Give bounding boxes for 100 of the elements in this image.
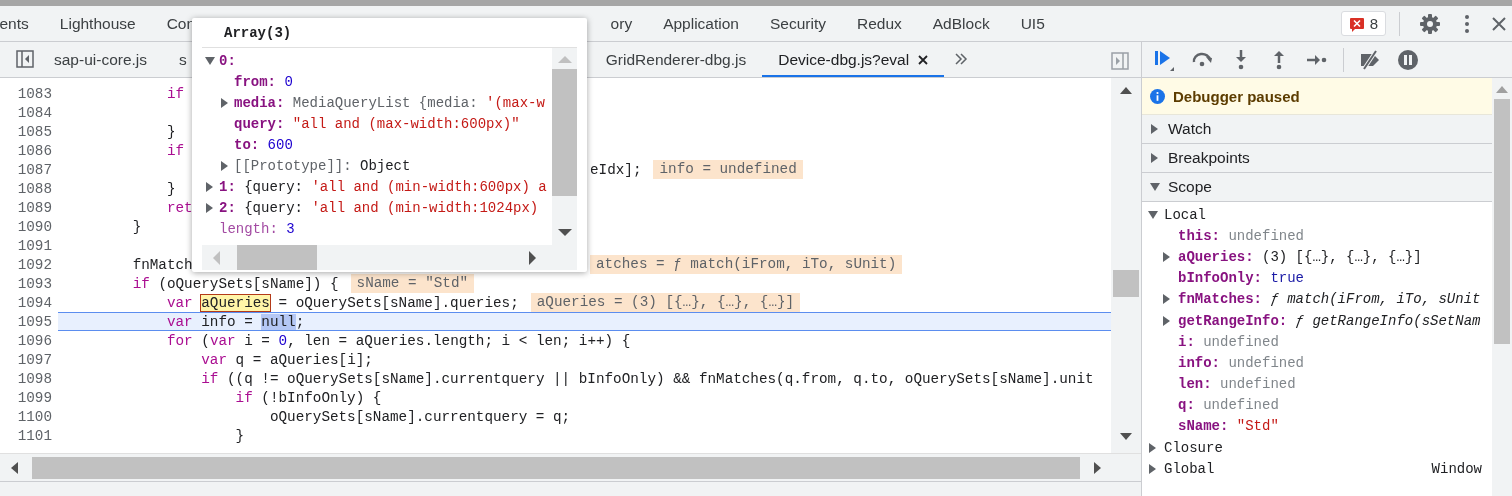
scroll-right-icon[interactable] xyxy=(1094,461,1102,474)
scroll-thumb[interactable] xyxy=(552,69,577,196)
scope-name[interactable]: Closure xyxy=(1164,439,1223,456)
expand-triangle-icon[interactable] xyxy=(1148,442,1158,453)
line-number[interactable]: 1100 xyxy=(0,408,52,425)
file-tab[interactable]: sap-ui-core.js xyxy=(38,42,164,77)
expand-triangle-icon[interactable] xyxy=(205,202,215,213)
property-text[interactable]: length: 3 xyxy=(219,220,295,237)
scroll-thumb[interactable] xyxy=(237,245,317,270)
code-line: ret xyxy=(165,199,193,216)
scroll-left-icon[interactable] xyxy=(10,461,18,474)
code-line: if (oQuerySets[sName]) { xyxy=(131,275,339,292)
toggle-navigator-icon[interactable] xyxy=(16,50,34,68)
scope-name[interactable]: Local xyxy=(1164,206,1206,223)
scroll-right-icon[interactable] xyxy=(529,250,537,265)
collapse-triangle-icon[interactable] xyxy=(205,55,215,66)
property-text[interactable]: query: "all and (max-width:600px)" xyxy=(234,115,520,132)
line-number[interactable]: 1083 xyxy=(0,85,52,102)
variable-text[interactable]: i: undefined xyxy=(1178,333,1279,350)
expand-triangle-icon[interactable] xyxy=(220,160,230,171)
scope-value: Window xyxy=(1431,460,1482,477)
scroll-down-icon[interactable] xyxy=(557,229,572,237)
variable-text[interactable]: fnMatches: ƒ match(iFrom, iTo, sUnit xyxy=(1178,291,1481,308)
more-options-icon[interactable] xyxy=(1464,13,1470,34)
variable-text[interactable]: bInfoOnly: true xyxy=(1178,270,1304,287)
inline-value: sName = "Std" xyxy=(350,274,475,293)
scroll-thumb[interactable] xyxy=(1113,270,1139,297)
line-number[interactable]: 1085 xyxy=(0,123,52,140)
line-number[interactable]: 1093 xyxy=(0,275,52,292)
variable-text[interactable]: info: undefined xyxy=(1178,354,1305,371)
collapse-triangle-icon[interactable] xyxy=(1150,182,1160,192)
expand-triangle-icon[interactable] xyxy=(1150,153,1160,163)
panel-tab[interactable]: Security xyxy=(754,6,842,41)
expand-triangle-icon[interactable] xyxy=(220,97,230,108)
pause-on-exceptions-icon[interactable] xyxy=(1396,47,1420,72)
file-tab[interactable]: Device-dbg.js?eval xyxy=(762,42,945,77)
panel-tab[interactable]: AdBlock xyxy=(917,6,1006,41)
panel-tab[interactable]: Lighthouse xyxy=(44,6,152,41)
file-tab[interactable]: GridRenderer-dbg.js xyxy=(589,42,763,77)
code-line: var info = null; xyxy=(165,313,305,330)
more-tabs-icon[interactable] xyxy=(954,53,969,65)
code-line: } xyxy=(165,123,176,140)
line-number[interactable]: 1099 xyxy=(0,389,52,406)
section-header[interactable]: Breakpoints xyxy=(1142,144,1492,173)
variable-text[interactable]: len: undefined xyxy=(1178,376,1296,393)
panel-tab[interactable]: Redux xyxy=(841,6,918,41)
line-number[interactable]: 1090 xyxy=(0,218,52,235)
panel-tab[interactable]: Application xyxy=(647,6,755,41)
line-number[interactable]: 1096 xyxy=(0,332,52,349)
deactivate-breakpoints-icon[interactable] xyxy=(1358,47,1382,72)
property-text[interactable]: 1: {query: 'all and (min-width:600px) a xyxy=(219,178,547,195)
property-text[interactable]: 2: {query: 'all and (min-width:1024px) xyxy=(219,199,539,216)
line-number[interactable]: 1091 xyxy=(0,237,52,254)
line-number[interactable]: 1101 xyxy=(0,427,52,444)
line-number[interactable]: 1097 xyxy=(0,351,52,368)
close-icon[interactable] xyxy=(918,54,929,65)
scope-name[interactable]: Global xyxy=(1164,460,1215,477)
panel-tab[interactable]: UI5 xyxy=(1005,6,1061,41)
variable-text[interactable]: this: undefined xyxy=(1178,227,1305,244)
scroll-up-icon[interactable] xyxy=(1120,86,1132,94)
scroll-down-icon[interactable] xyxy=(1120,433,1132,442)
expand-triangle-icon[interactable] xyxy=(1148,463,1158,474)
code-line: } xyxy=(165,180,176,197)
section-header[interactable]: Watch xyxy=(1142,115,1492,144)
expand-triangle-icon[interactable] xyxy=(1162,294,1172,305)
line-number[interactable]: 1084 xyxy=(0,104,52,121)
scroll-thumb[interactable] xyxy=(1494,99,1510,344)
line-number[interactable]: 1089 xyxy=(0,199,52,216)
code-line: fnMatch xyxy=(131,256,193,273)
section-header[interactable]: Scope xyxy=(1142,173,1492,202)
line-number[interactable]: 1094 xyxy=(0,294,52,311)
variable-text[interactable]: sName: "Std" xyxy=(1178,418,1279,435)
settings-icon[interactable] xyxy=(1419,12,1441,35)
property-text[interactable]: from: 0 xyxy=(234,73,293,90)
error-count-badge[interactable]: 8 xyxy=(1340,11,1386,36)
scroll-thumb[interactable] xyxy=(32,456,1080,479)
property-text[interactable]: [[Prototype]]: Object xyxy=(234,157,411,174)
line-number[interactable]: 1087 xyxy=(0,161,52,178)
file-tab[interactable]: s xyxy=(163,42,187,77)
property-text[interactable]: media: MediaQueryList {media: '(max-w xyxy=(234,94,545,111)
expand-triangle-icon[interactable] xyxy=(205,181,215,192)
inline-value: atches = ƒ match(iFrom, iTo, sUnit) xyxy=(590,255,903,274)
toggle-debugger-icon[interactable] xyxy=(1111,52,1129,70)
property-text[interactable]: to: 600 xyxy=(234,136,293,153)
property-text[interactable]: 0: xyxy=(219,52,245,69)
line-number[interactable]: 1095 xyxy=(0,313,52,330)
panel-tab[interactable]: ory xyxy=(595,6,648,41)
code-line: var q = aQueries[i]; xyxy=(200,351,373,368)
line-number[interactable]: 1092 xyxy=(0,256,52,273)
variable-text[interactable]: q: undefined xyxy=(1178,397,1279,414)
panel-tab[interactable]: ents xyxy=(0,6,45,41)
line-number[interactable]: 1088 xyxy=(0,180,52,197)
collapse-triangle-icon[interactable] xyxy=(1148,209,1158,220)
variable-text[interactable]: aQueries: (3) [{…}, {…}, {…}] xyxy=(1178,248,1422,265)
expand-triangle-icon[interactable] xyxy=(1162,315,1172,326)
line-number[interactable]: 1098 xyxy=(0,370,52,387)
line-number[interactable]: 1086 xyxy=(0,142,52,159)
expand-triangle-icon[interactable] xyxy=(1162,251,1172,262)
variable-text[interactable]: getRangeInfo: ƒ getRangeInfo(sSetNam xyxy=(1178,312,1481,329)
expand-triangle-icon[interactable] xyxy=(1150,124,1160,134)
